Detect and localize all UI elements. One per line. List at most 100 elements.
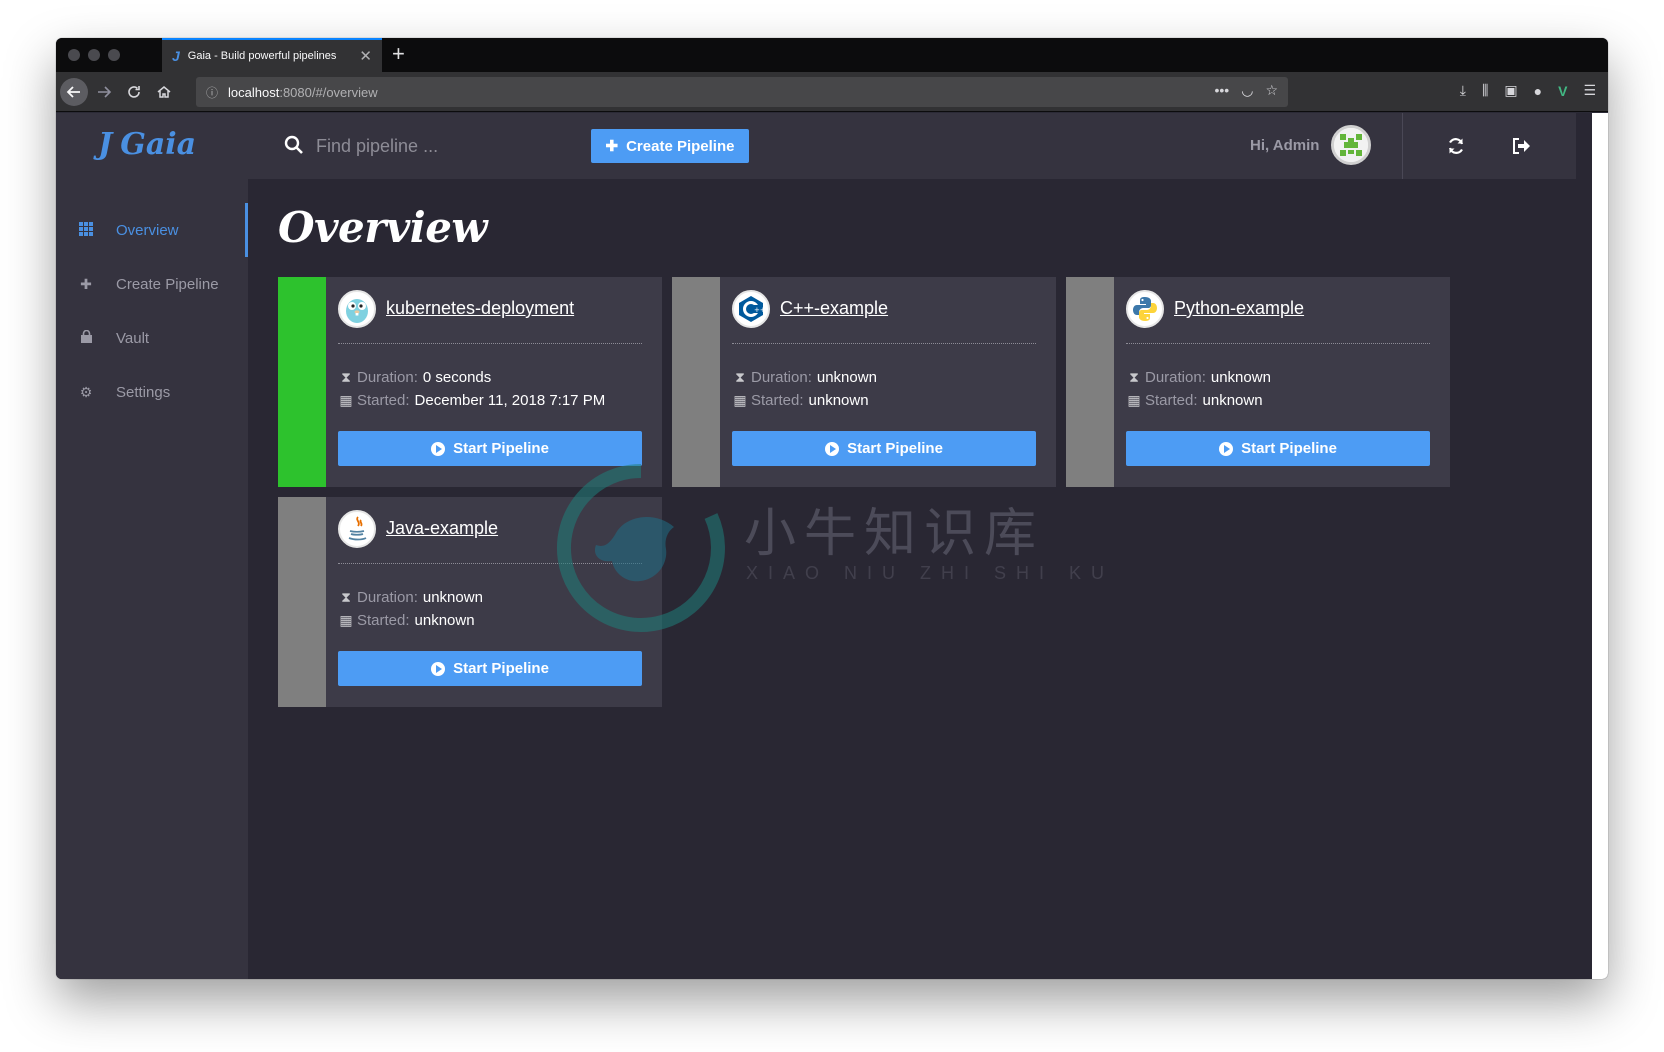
sidebar-item-settings[interactable]: ⚙ Settings [56,365,248,419]
started-value: unknown [1202,392,1263,409]
url-host: localhost [228,84,280,100]
started-row: ▦ Started: unknown [1126,392,1263,409]
card-separator [338,343,642,344]
duration-row: ⧗ Duration: 0 seconds [338,369,491,386]
grid-icon [74,221,98,239]
browser-tab-active[interactable]: J Gaia - Build powerful pipelines ✕ [162,38,382,72]
create-pipeline-label: Create Pipeline [626,137,735,155]
calendar-icon: ▦ [339,392,353,408]
started-value: unknown [414,612,475,629]
sidebar-item-label: Settings [116,383,171,401]
pipeline-card-java-example: Java-example ⧗ Duration: unknown ▦ Start… [278,497,662,707]
url-path: :8080/#/overview [279,84,378,100]
search-input[interactable] [316,129,566,163]
gaia-logo[interactable]: J Gaia [98,127,196,162]
sidebar: J Gaia Overview ✚ Create Pipeline Vault … [56,113,248,979]
arrow-left-icon [66,86,80,98]
topbar-divider [1402,113,1403,179]
refresh-button[interactable] [1443,133,1469,159]
started-row: ▦ Started: December 11, 2018 7:17 PM [338,392,605,409]
gears-icon: ⚙ [79,383,93,400]
start-pipeline-label: Start Pipeline [847,440,943,457]
duration-value: 0 seconds [422,369,492,386]
close-window-button[interactable] [68,49,80,61]
play-circle-icon [431,661,446,676]
sidebar-menu: Overview ✚ Create Pipeline Vault ⚙ Setti… [56,203,248,419]
site-info-icon[interactable]: ⓘ [206,84,218,101]
watermark-subtext: XIAO NIU ZHI SHI KU [746,563,1115,583]
duration-value: unknown [1210,369,1271,386]
plus-icon: ✚ [605,138,619,155]
sidebar-item-create-pipeline[interactable]: ✚ Create Pipeline [56,257,248,311]
started-label: Started: [1145,392,1198,409]
calendar-icon: ▦ [733,392,747,408]
pocket-icon[interactable]: ◡ [1241,82,1253,99]
extension-icon[interactable]: ● [1534,83,1542,99]
python-icon [1126,290,1164,328]
duration-value: unknown [816,369,877,386]
arrow-right-icon [98,86,112,98]
minimize-window-button[interactable] [88,49,100,61]
start-pipeline-button[interactable]: Start Pipeline [338,431,642,466]
pipeline-name-link[interactable]: C++-example [780,298,888,319]
start-pipeline-button[interactable]: Start Pipeline [1126,431,1430,466]
logout-button[interactable] [1508,133,1534,159]
sidebar-item-label: Overview [116,221,179,239]
top-navbar: ✚ Create Pipeline Hi, Admin [248,113,1576,179]
sidebar-item-vault[interactable]: Vault [56,311,248,365]
home-icon [157,86,171,98]
pipeline-name-link[interactable]: Python-example [1174,298,1304,319]
tab-close-icon[interactable]: ✕ [359,47,372,65]
started-label: Started: [357,392,410,409]
library-icon[interactable]: ⫼ [1482,82,1488,99]
new-tab-button[interactable]: + [392,42,405,66]
bookmark-star-icon[interactable]: ☆ [1265,82,1278,99]
play-circle-icon [431,441,446,456]
page-actions-icon[interactable]: ••• [1215,82,1230,99]
duration-row: ⧗ Duration: unknown [338,589,483,606]
duration-row: ⧗ Duration: unknown [732,369,877,386]
hourglass-icon: ⧗ [735,369,745,385]
pipeline-card-kubernetes-deployment: kubernetes-deployment ⧗ Duration: 0 seco… [278,277,662,487]
card-separator [1126,343,1430,344]
vue-devtools-icon[interactable]: V [1558,83,1567,99]
lock-icon [74,329,98,346]
create-pipeline-button[interactable]: ✚ Create Pipeline [591,129,749,163]
menu-hamburger-icon[interactable]: ☰ [1583,82,1596,99]
start-pipeline-button[interactable]: Start Pipeline [732,431,1036,466]
play-circle-icon [825,441,840,456]
watermark-text: 小牛知识库 [744,505,1045,563]
sidebar-item-overview[interactable]: Overview [56,203,248,257]
zoom-window-button[interactable] [108,49,120,61]
status-bar-unknown [278,497,326,707]
hourglass-icon: ⧗ [341,589,351,605]
forward-button[interactable] [90,78,118,106]
pipeline-name-link[interactable]: Java-example [386,518,498,539]
start-pipeline-button[interactable]: Start Pipeline [338,651,642,686]
url-bar[interactable]: ⓘ localhost:8080/#/overview ••• ◡ ☆ [196,77,1288,107]
duration-label: Duration: [357,589,418,606]
sidebar-toggle-icon[interactable]: ▣ [1504,82,1517,99]
duration-label: Duration: [751,369,812,386]
scrollbar[interactable] [1592,113,1608,979]
browser-tab-bar: J Gaia - Build powerful pipelines ✕ + [56,38,1608,72]
reload-button[interactable] [120,78,148,106]
home-button[interactable] [150,78,178,106]
started-row: ▦ Started: unknown [338,612,475,629]
downloads-icon[interactable]: ⤓ [1460,82,1466,99]
java-icon [338,510,376,548]
gaia-logo-icon: J [98,127,113,162]
sidebar-item-label: Vault [116,329,150,347]
card-separator [338,563,642,564]
cpp-icon: ++ [732,290,770,328]
status-bar-unknown [1066,277,1114,487]
started-label: Started: [751,392,804,409]
duration-row: ⧗ Duration: unknown [1126,369,1271,386]
avatar-identicon-icon [1334,128,1368,162]
started-value: December 11, 2018 7:17 PM [414,392,606,409]
calendar-icon: ▦ [1127,392,1141,408]
pipeline-name-link[interactable]: kubernetes-deployment [386,298,574,319]
avatar[interactable] [1331,125,1371,165]
reload-icon [128,86,140,98]
back-button[interactable] [60,78,88,106]
